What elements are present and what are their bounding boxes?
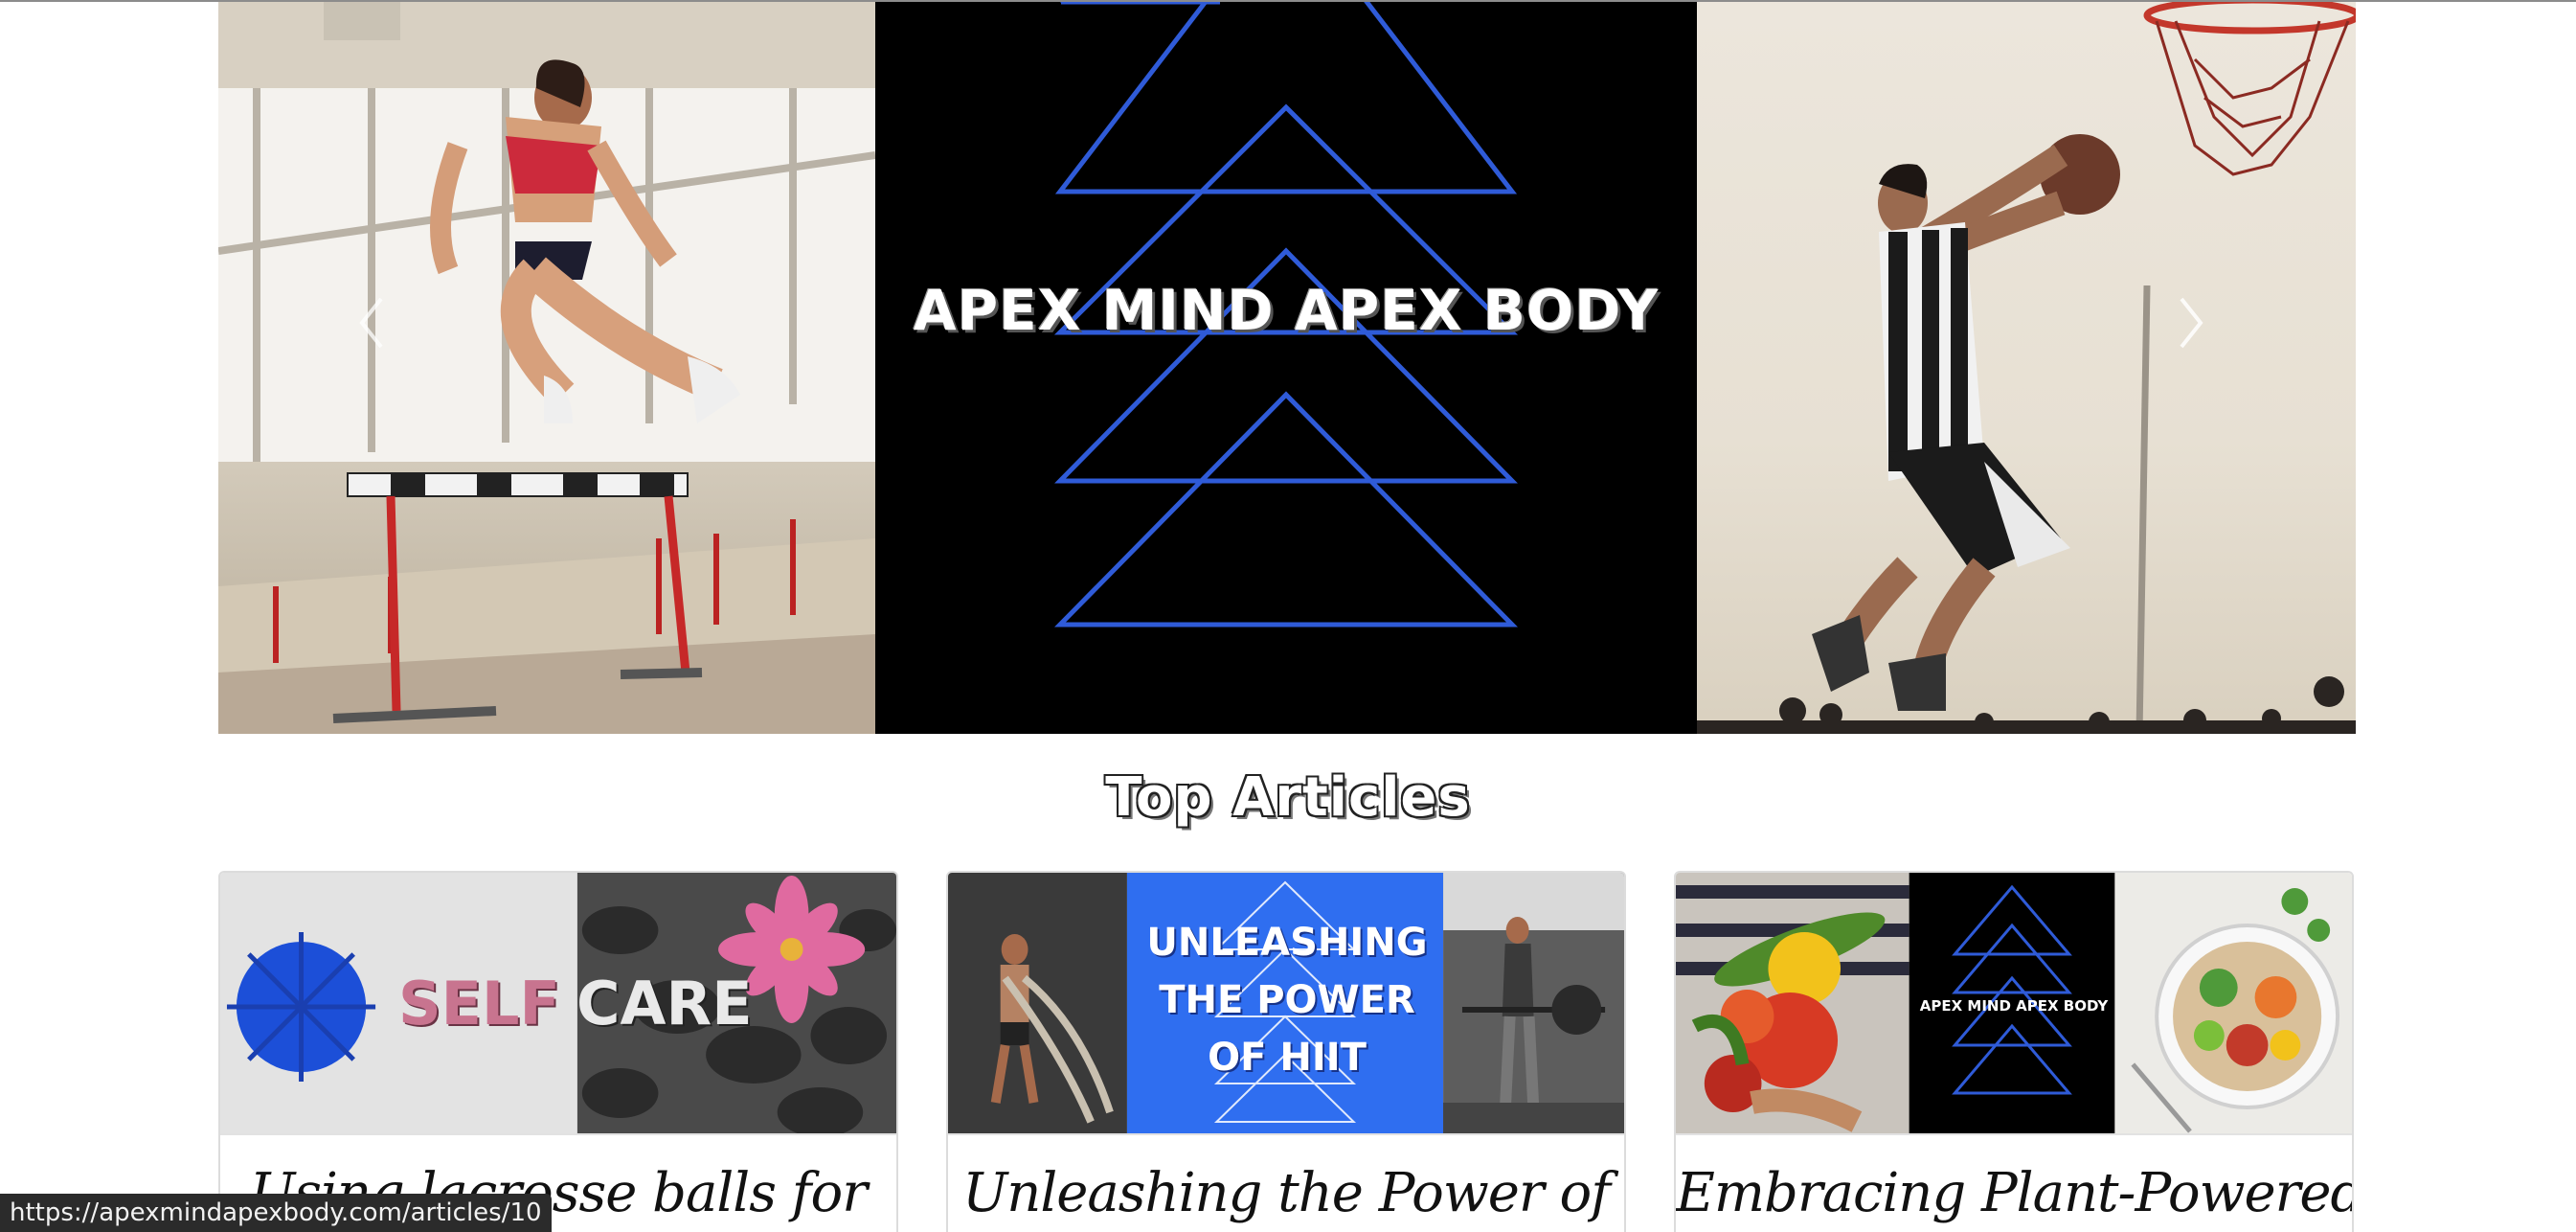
hiit-image-line-2: THE POWER — [1159, 978, 1415, 1022]
article-card-body: Unleashing the Power of — [948, 1133, 1624, 1232]
hero-title: APEX MIND APEX BODY — [913, 278, 1660, 343]
chevron-right-icon — [2180, 297, 2203, 349]
article-card-self-care[interactable]: SELF CARE Using lacrosse balls for — [218, 871, 898, 1232]
article-title[interactable]: Unleashing the Power of — [948, 1135, 1624, 1224]
article-card-body: Embracing Plant-Powered — [1676, 1133, 2352, 1232]
carousel-next-button[interactable] — [2172, 289, 2210, 356]
carousel-slide-basketball-photo — [1697, 2, 2356, 734]
hiit-image-line-1: UNLEASHING — [1146, 921, 1428, 965]
hiit-image-line-3: OF HIIT — [1208, 1036, 1367, 1080]
article-card-plant-powered[interactable]: APEX MIND APEX BODY Embracing Plant-Powe… — [1674, 871, 2354, 1232]
carousel-prev-button[interactable] — [352, 289, 391, 356]
chevron-left-icon — [359, 297, 383, 349]
article-title[interactable]: Embracing Plant-Powered — [1676, 1135, 2352, 1224]
hurdle-athlete-image — [218, 2, 875, 734]
article-image-hiit: UNLEASHING THE POWER OF HIIT — [948, 873, 1624, 1133]
basketball-player-image — [1697, 2, 2356, 734]
hero-carousel[interactable]: APEX MIND APEX BODY — [218, 2, 2356, 734]
self-care-word-care: CARE — [576, 969, 753, 1038]
plant-image-logo-text: APEX MIND APEX BODY — [1919, 997, 2109, 1015]
section-heading-top-articles: Top Articles — [1105, 766, 1471, 829]
article-image-plant-powered: APEX MIND APEX BODY — [1676, 873, 2352, 1133]
article-card-hiit[interactable]: UNLEASHING THE POWER OF HIIT Unleashing … — [946, 871, 1626, 1232]
self-care-word-self: SELF — [398, 969, 560, 1038]
article-image-self-care: SELF CARE — [220, 873, 896, 1133]
carousel-slide-hurdle-photo — [218, 2, 875, 734]
link-hover-status-bar: https://apexmindapexbody.com/articles/10 — [0, 1194, 552, 1232]
apex-triangles-logo — [1053, 2, 1519, 627]
carousel-slide-apex-logo: APEX MIND APEX BODY — [875, 2, 1697, 734]
